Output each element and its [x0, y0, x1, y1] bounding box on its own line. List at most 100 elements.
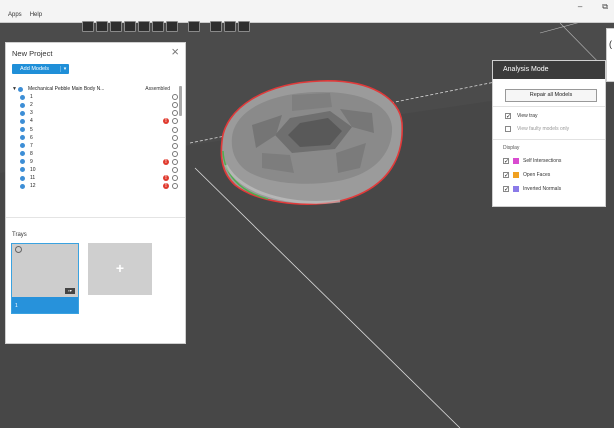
toolbar-separator: [180, 21, 186, 32]
model-label: 5: [30, 126, 33, 133]
model-label: 9: [30, 158, 33, 165]
model-tree: ▼ Mechanical Pebble Main Body N... Assem…: [12, 85, 182, 190]
model-row[interactable]: 2: [12, 101, 182, 109]
scale-icon[interactable]: [188, 21, 200, 32]
display-option-label: Open Faces: [523, 172, 551, 178]
save-icon[interactable]: [96, 21, 108, 32]
expand-arrow-icon[interactable]: ▼: [12, 86, 17, 92]
model-row[interactable]: 4!: [12, 117, 182, 125]
title-bar: Apps Help – ⧉: [0, 0, 614, 23]
repair-tool-icon[interactable]: [172, 158, 178, 165]
gear-icon[interactable]: [15, 246, 22, 253]
model-icon: [20, 118, 25, 124]
assembly-name: Mechanical Pebble Main Body N...: [27, 86, 105, 93]
arrange-icon[interactable]: [138, 21, 150, 32]
assembly-status[interactable]: Assembled: [145, 86, 170, 92]
model-icon: [20, 183, 25, 189]
display-option-label: Inverted Normals: [523, 186, 562, 192]
repair-tool-icon[interactable]: [172, 134, 178, 141]
analysis-header: Analysis Mode: [493, 61, 605, 79]
add-models-button[interactable]: Add Models ▾: [12, 64, 69, 74]
model-row[interactable]: 7: [12, 142, 182, 150]
grid-icon[interactable]: [152, 21, 164, 32]
model-icon: [20, 159, 25, 165]
view-top-icon[interactable]: [224, 21, 236, 32]
paste-icon[interactable]: [124, 21, 136, 32]
analysis-title: Analysis Mode: [503, 66, 549, 73]
display-option-checkbox[interactable]: ✓: [503, 158, 509, 165]
chevron-down-icon[interactable]: ▾: [60, 66, 69, 72]
divider: [6, 217, 185, 218]
copy-icon[interactable]: [110, 21, 122, 32]
tray-number: 1: [15, 303, 18, 309]
warning-icon[interactable]: !: [163, 158, 169, 165]
model-label: 4: [30, 118, 33, 125]
analysis-panel: Analysis Mode Repair all Models ✓ View t…: [492, 60, 606, 207]
close-icon[interactable]: ×: [171, 44, 179, 59]
model-label: 10: [30, 166, 36, 173]
repair-tool-icon[interactable]: [172, 166, 178, 173]
camera-icon[interactable]: ▪▾: [65, 288, 75, 294]
color-swatch: [513, 172, 519, 178]
view-tray-label: View tray: [517, 113, 538, 119]
view-tray-checkbox[interactable]: ✓: [505, 113, 511, 120]
side-panel-tab[interactable]: (: [606, 28, 614, 82]
display-option-checkbox[interactable]: ✓: [503, 186, 509, 193]
model-row[interactable]: 5: [12, 125, 182, 133]
repair-all-button[interactable]: Repair all Models: [505, 89, 597, 102]
divider: [493, 139, 605, 140]
model-icon: [20, 94, 25, 100]
scrollbar[interactable]: [179, 86, 182, 116]
model-label: 8: [30, 150, 33, 157]
model-label: 12: [30, 183, 36, 190]
assembly-row[interactable]: ▼ Mechanical Pebble Main Body N... Assem…: [12, 85, 182, 93]
divider: [493, 106, 605, 107]
model-row[interactable]: 9!: [12, 158, 182, 166]
tray-thumbnail[interactable]: ▪▾ 1: [11, 243, 79, 314]
model-row[interactable]: 8: [12, 150, 182, 158]
model-row[interactable]: 11!: [12, 174, 182, 182]
project-panel: New Project × Add Models ▾ ▼ Mechanical …: [5, 42, 186, 344]
model-row[interactable]: 10: [12, 166, 182, 174]
display-label: Display: [503, 145, 520, 151]
rotate-icon[interactable]: [166, 21, 178, 32]
repair-tool-icon[interactable]: [172, 126, 178, 133]
model-icon: [20, 143, 25, 149]
plus-icon: +: [115, 260, 125, 276]
color-swatch: [513, 158, 519, 164]
view-iso-icon[interactable]: [238, 21, 250, 32]
view-faulty-label: View faulty models only: [517, 126, 570, 132]
color-swatch: [513, 186, 519, 192]
tray-footer: 1: [12, 297, 78, 313]
model-row[interactable]: 6: [12, 134, 182, 142]
model-icon: [20, 167, 25, 173]
model-icon: [17, 86, 23, 92]
side-tab-text: (: [609, 39, 612, 49]
display-option-checkbox[interactable]: ✓: [503, 172, 509, 179]
model-row[interactable]: 3: [12, 109, 182, 117]
model-label: 7: [30, 142, 33, 149]
panel-title: New Project: [12, 49, 53, 58]
model-icon: [20, 102, 25, 108]
model-row[interactable]: 12!: [12, 182, 182, 190]
model-label: 2: [30, 102, 33, 109]
minimize-button[interactable]: –: [578, 2, 582, 12]
model-icon: [20, 127, 25, 133]
repair-tool-icon[interactable]: [172, 150, 178, 157]
model-icon: [20, 110, 25, 116]
add-models-label: Add Models: [20, 66, 50, 72]
open-icon[interactable]: [82, 21, 94, 32]
window-controls: – ⧉: [578, 2, 608, 12]
model-icon: [20, 151, 25, 157]
repair-tool-icon[interactable]: [172, 142, 178, 149]
menu-apps[interactable]: Apps: [8, 12, 22, 18]
trays-heading: Trays: [12, 232, 27, 238]
model-icon: [20, 135, 25, 141]
add-tray-button[interactable]: +: [88, 243, 152, 295]
view-faulty-checkbox[interactable]: [505, 126, 511, 132]
menu-help[interactable]: Help: [30, 12, 42, 18]
model-label: 6: [30, 134, 33, 141]
model-row[interactable]: 1: [12, 93, 182, 101]
restore-button[interactable]: ⧉: [602, 2, 608, 12]
view-front-icon[interactable]: [210, 21, 222, 32]
